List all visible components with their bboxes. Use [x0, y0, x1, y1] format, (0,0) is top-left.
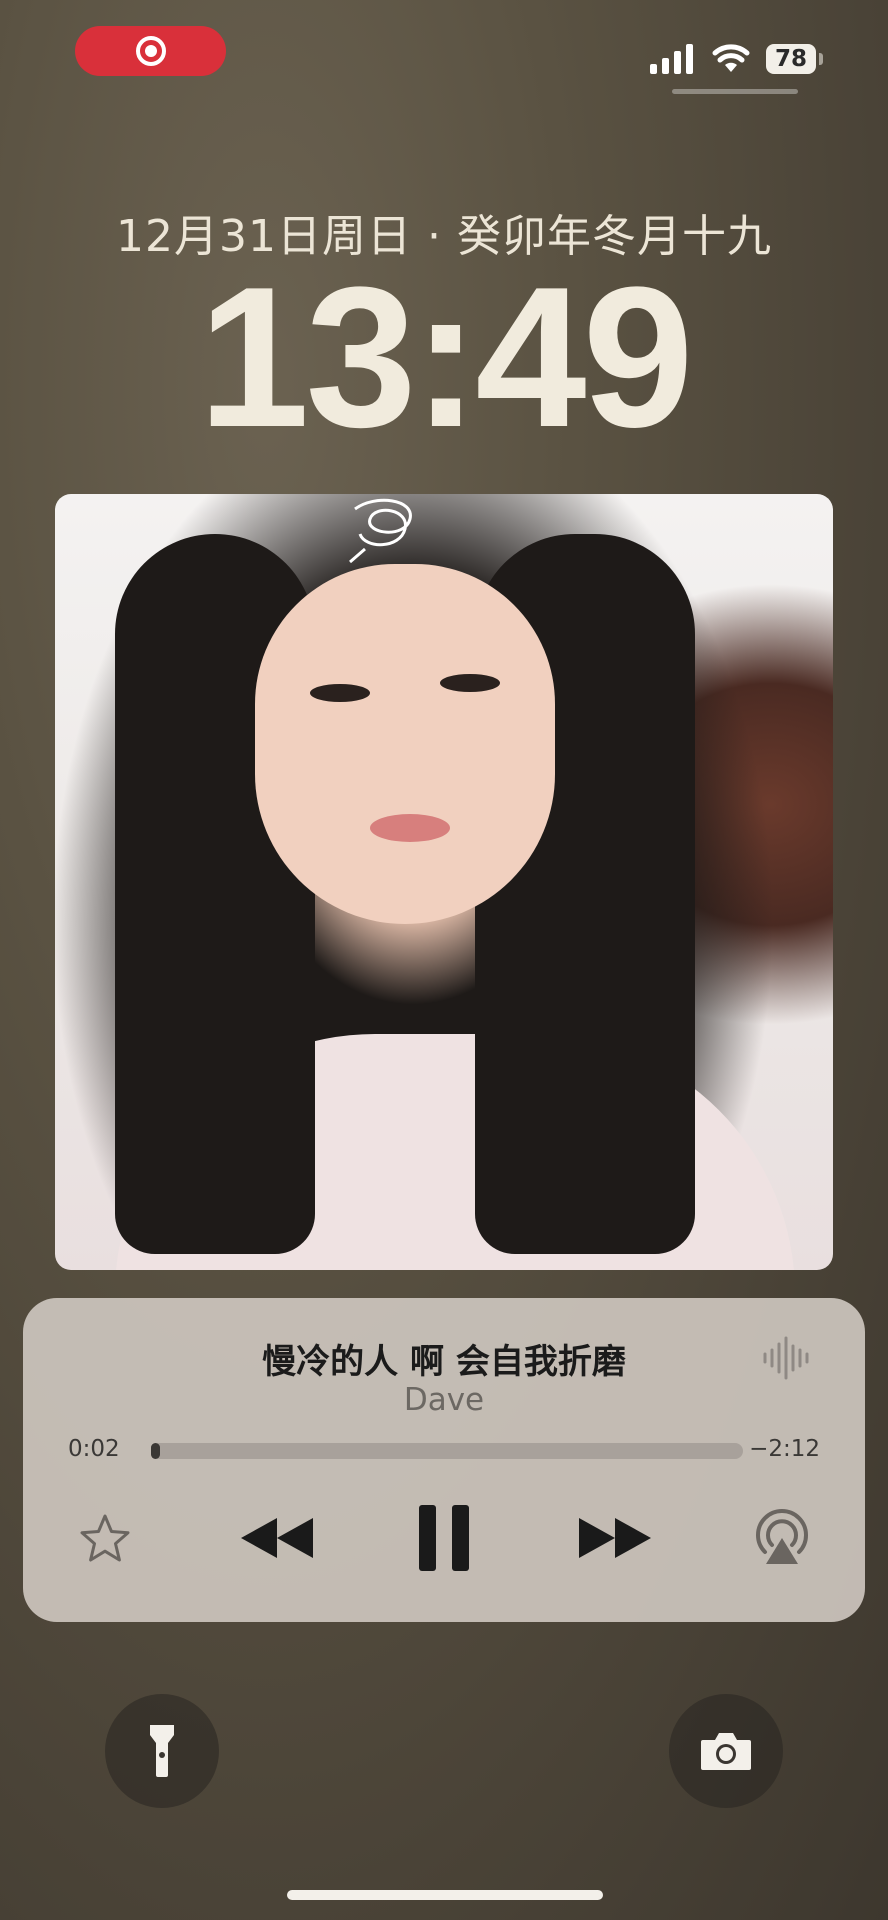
song-artist[interactable]: Dave: [23, 1382, 865, 1418]
home-indicator[interactable]: [287, 1890, 603, 1900]
remaining-time: −2:12: [749, 1436, 820, 1462]
fast-forward-icon: [579, 1518, 651, 1558]
lock-screen-time: 13:49: [198, 246, 694, 469]
playback-controls: [23, 1498, 865, 1578]
photo-face: [255, 564, 555, 924]
rewind-icon: [241, 1518, 313, 1558]
status-bar: 78: [0, 0, 888, 100]
photo-lips: [370, 814, 450, 842]
wifi-icon: [712, 44, 750, 72]
battery-level: 78: [774, 46, 807, 72]
star-icon: [80, 1514, 130, 1562]
flashlight-button[interactable]: [105, 1694, 219, 1808]
status-underline: [672, 89, 798, 94]
battery-cap: [819, 53, 823, 65]
airplay-button[interactable]: [749, 1498, 815, 1578]
fast-forward-button[interactable]: [571, 1498, 659, 1578]
pause-button[interactable]: [409, 1498, 479, 1578]
rewind-button[interactable]: [233, 1498, 321, 1578]
pause-icon: [419, 1505, 469, 1571]
playback-scrubber[interactable]: [151, 1443, 743, 1459]
photo-eye-right: [440, 674, 500, 692]
screen-recording-indicator[interactable]: [75, 26, 226, 76]
wallpaper-photo: [55, 494, 833, 1270]
flashlight-icon: [150, 1725, 174, 1777]
waveform-icon: [763, 1336, 809, 1380]
record-icon: [135, 36, 166, 66]
playback-progress: [151, 1443, 160, 1459]
camera-icon: [701, 1733, 751, 1770]
photo-eye-left: [310, 684, 370, 702]
cellular-signal-icon: [650, 44, 693, 74]
scribble-doodle: [349, 498, 412, 564]
battery-indicator: 78: [766, 44, 816, 74]
song-title[interactable]: 慢冷的人 啊 会自我折磨: [23, 1334, 865, 1383]
now-playing-widget[interactable]: 慢冷的人 啊 会自我折磨 Dave 0:02 −2:12: [23, 1298, 865, 1622]
favorite-button[interactable]: [75, 1498, 135, 1578]
camera-button[interactable]: [669, 1694, 783, 1808]
airplay-icon: [756, 1509, 808, 1564]
elapsed-time: 0:02: [68, 1436, 120, 1462]
